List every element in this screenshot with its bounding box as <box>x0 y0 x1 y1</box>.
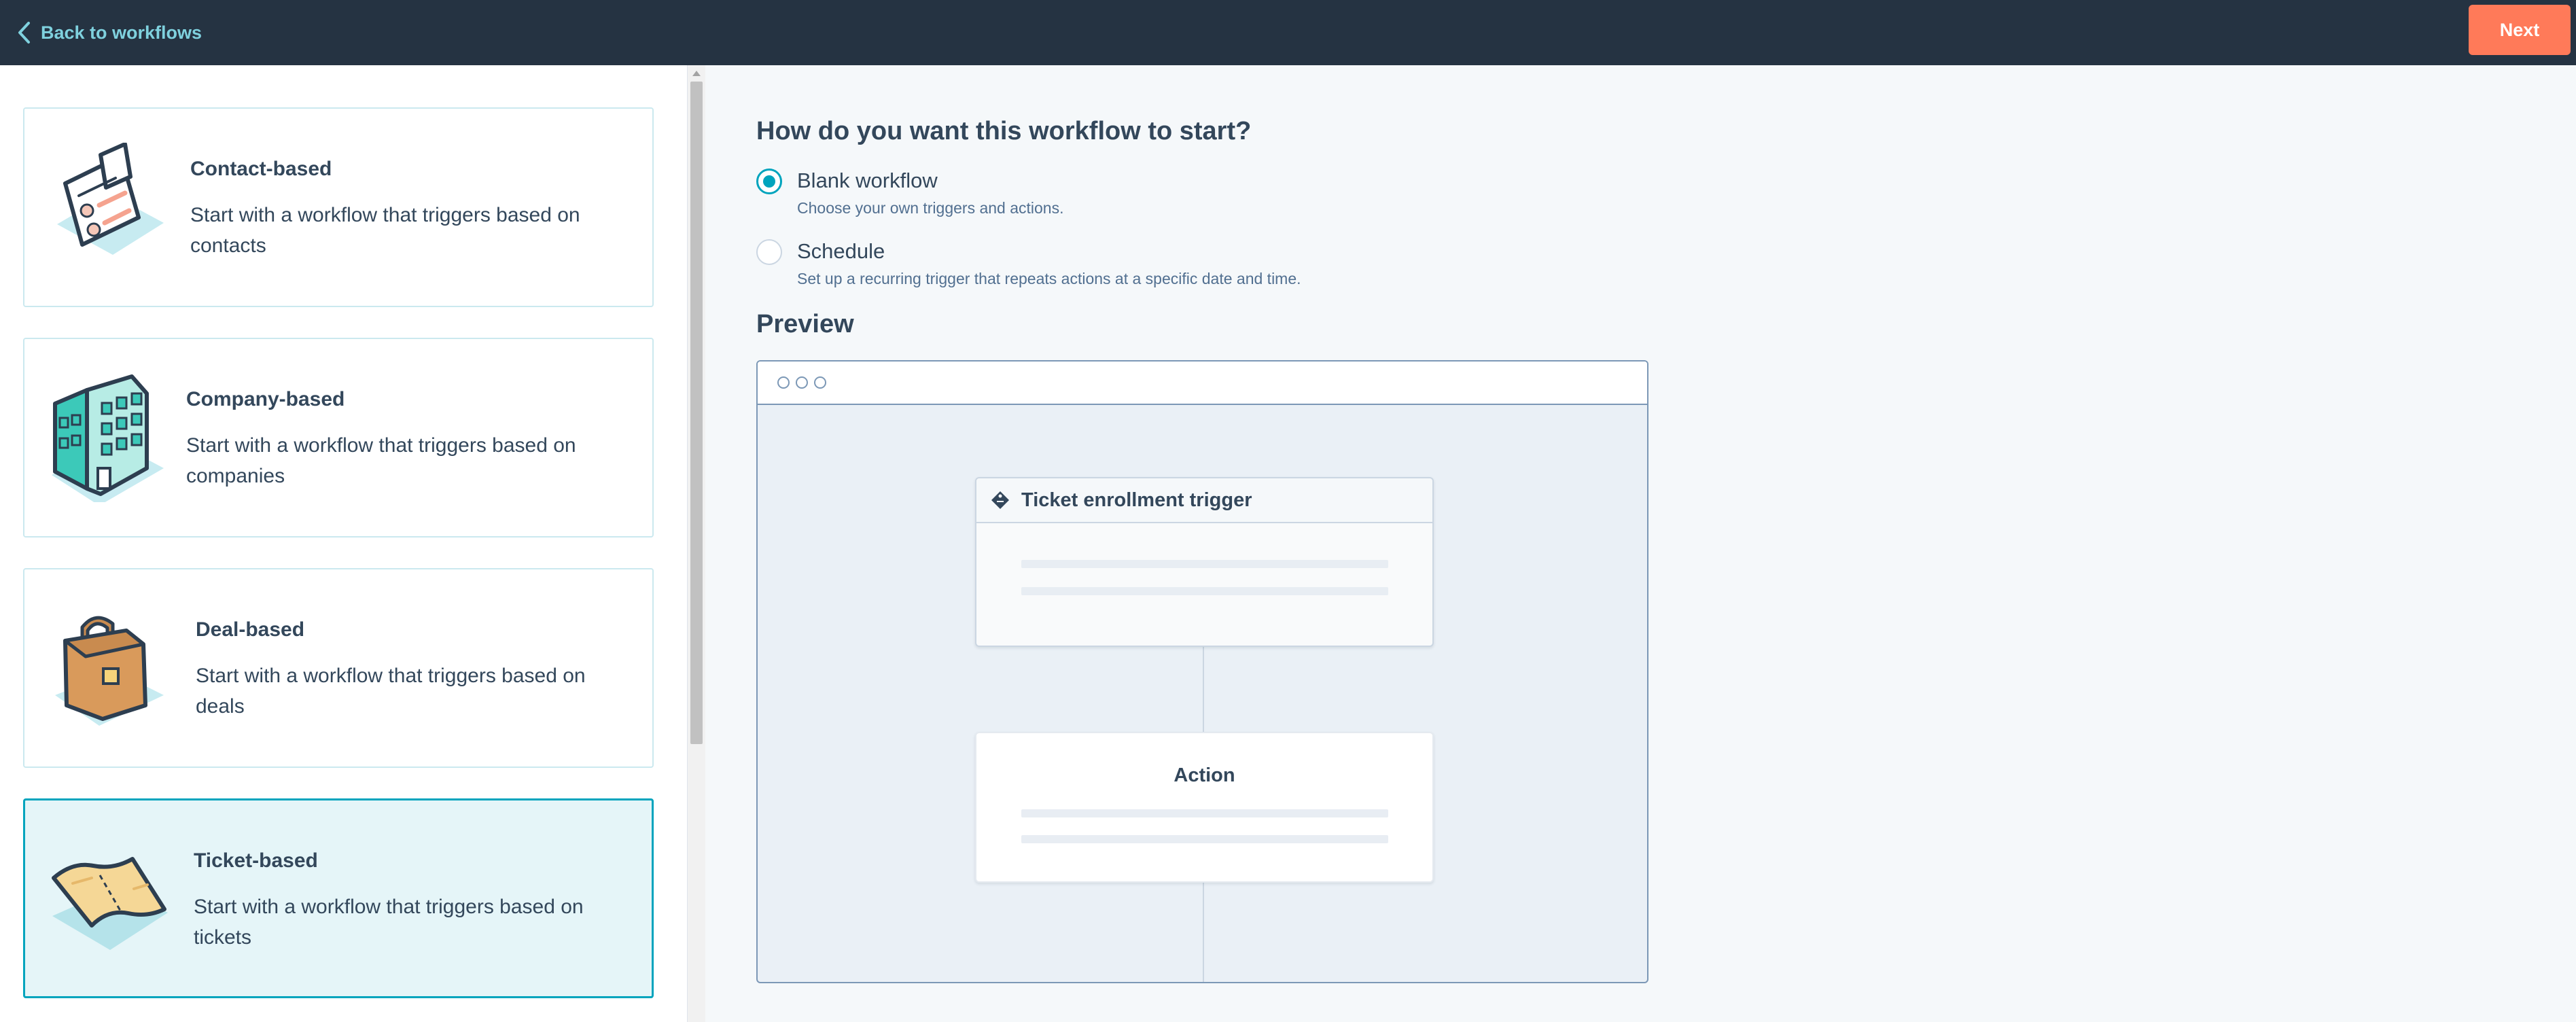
browser-bar <box>758 362 1647 405</box>
radio-button[interactable] <box>756 239 782 265</box>
trigger-card: Ticket enrollment trigger <box>975 477 1434 647</box>
trigger-card-header: Ticket enrollment trigger <box>976 478 1432 523</box>
window-dot-icon <box>796 376 808 389</box>
card-description: Start with a workflow that triggers base… <box>194 896 584 949</box>
option-help-text: Set up a recurring trigger that repeats … <box>797 270 1301 287</box>
card-description: Start with a workflow that triggers base… <box>196 665 586 718</box>
radio-button[interactable] <box>756 169 782 194</box>
action-card-title: Action <box>1174 764 1235 786</box>
placeholder-line <box>1021 835 1388 843</box>
preview-frame: Ticket enrollment trigger Action <box>756 360 1648 983</box>
option-help-text: Choose your own triggers and actions. <box>797 199 1064 217</box>
option-label: Schedule <box>797 239 885 263</box>
trigger-card-title: Ticket enrollment trigger <box>1021 489 1252 511</box>
action-card: Action <box>975 732 1434 883</box>
ticket-tag-icon <box>991 491 1009 509</box>
card-title: Company-based <box>186 388 345 410</box>
start-question-heading: How do you want this workflow to start? <box>756 117 1252 145</box>
window-dot-icon <box>814 376 826 389</box>
building-icon <box>52 374 164 502</box>
chevron-left-icon <box>18 22 30 43</box>
placeholder-line <box>1021 809 1388 817</box>
card-ticket-based[interactable]: Ticket-based Start with a workflow that … <box>23 798 654 998</box>
connector-line <box>1203 647 1204 732</box>
card-company-based[interactable]: Company-based Start with a workflow that… <box>23 338 654 538</box>
contact-card-icon <box>57 143 164 255</box>
option-blank-workflow[interactable]: Blank workflow Choose your own triggers … <box>756 168 1064 217</box>
card-deal-based[interactable]: Deal-based Start with a workflow that tr… <box>23 568 654 768</box>
card-title: Contact-based <box>190 158 332 180</box>
option-schedule[interactable]: Schedule Set up a recurring trigger that… <box>756 239 1301 288</box>
back-link-label: Back to workflows <box>41 22 202 43</box>
back-to-workflows-link[interactable]: Back to workflows <box>16 16 202 49</box>
workflow-type-panel: Contact-based Start with a workflow that… <box>0 65 688 1022</box>
connector-line <box>1203 883 1204 982</box>
placeholder-line <box>1021 560 1388 568</box>
briefcase-icon <box>55 616 164 726</box>
scrollbar-thumb[interactable] <box>690 82 703 744</box>
card-description: Start with a workflow that triggers base… <box>186 434 576 487</box>
placeholder-line <box>1021 587 1388 595</box>
card-title: Deal-based <box>196 618 305 641</box>
top-bar: Back to workflows Next <box>0 0 2576 65</box>
card-contact-based[interactable]: Contact-based Start with a workflow that… <box>23 107 654 307</box>
card-title: Ticket-based <box>194 849 318 872</box>
preview-heading: Preview <box>756 310 854 338</box>
option-label: Blank workflow <box>797 169 938 192</box>
scroll-up-arrow-icon[interactable] <box>692 71 701 76</box>
next-button[interactable]: Next <box>2469 5 2571 55</box>
window-dot-icon <box>777 376 790 389</box>
card-description: Start with a workflow that triggers base… <box>190 204 580 257</box>
ticket-icon <box>52 857 168 950</box>
